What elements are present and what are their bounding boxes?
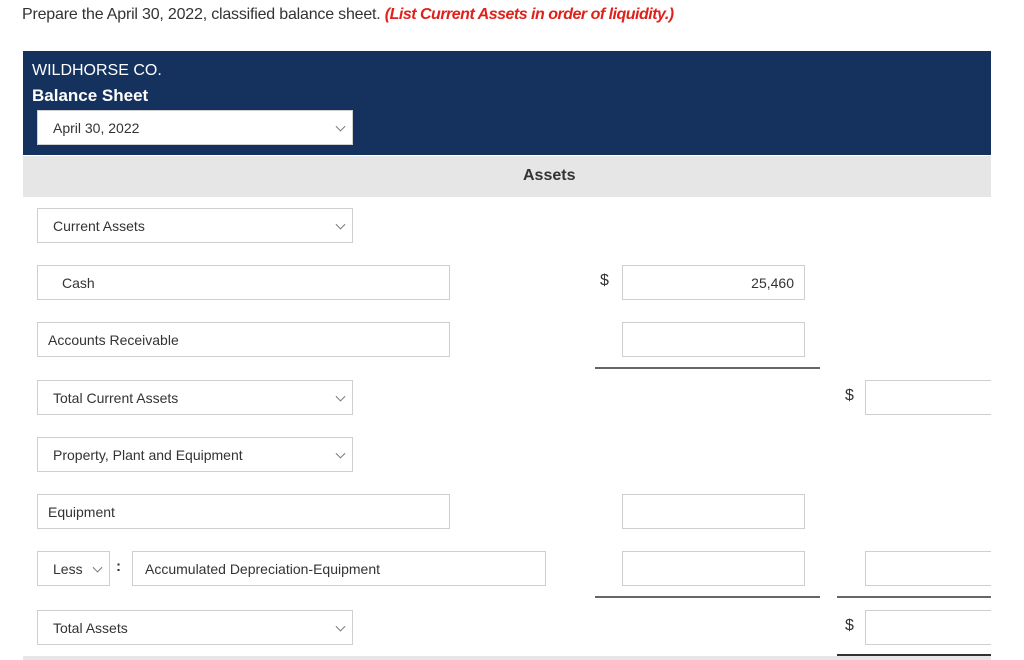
chevron-down-icon: [335, 121, 346, 132]
accumulated-depreciation-label-value: Accumulated Depreciation-Equipment: [145, 560, 381, 577]
instruction-main: Prepare the April 30, 2022, classified b…: [22, 6, 381, 23]
dollar-sign: $: [600, 272, 609, 289]
total-current-assets-select[interactable]: Total Current Assets: [37, 380, 353, 415]
equipment-label-value: Equipment: [48, 503, 115, 520]
accumulated-depreciation-amount-input[interactable]: [622, 551, 805, 586]
section-title: Assets: [523, 167, 576, 184]
date-select[interactable]: April 30, 2022: [37, 110, 353, 145]
cash-amount-value: 25,460: [751, 274, 794, 291]
cash-label-input[interactable]: Cash: [37, 265, 450, 300]
current-assets-select-value: Current Assets: [53, 217, 145, 234]
statement-title: Balance Sheet: [32, 86, 149, 105]
subtotal-rule: [595, 596, 820, 598]
total-assets-select-value: Total Assets: [53, 619, 128, 636]
accounts-receivable-label-value: Accounts Receivable: [48, 331, 179, 348]
equipment-label-input[interactable]: Equipment: [37, 494, 450, 529]
chevron-down-icon: [335, 448, 346, 459]
current-assets-select[interactable]: Current Assets: [37, 208, 353, 243]
dollar-sign: $: [845, 617, 854, 634]
date-select-value: April 30, 2022: [53, 119, 140, 136]
total-current-assets-select-value: Total Current Assets: [53, 389, 179, 406]
total-assets-select[interactable]: Total Assets: [37, 610, 353, 645]
accounts-receivable-amount-input[interactable]: [622, 322, 805, 357]
chevron-down-icon: [92, 562, 103, 573]
chevron-down-icon: [335, 621, 346, 632]
total-assets-amount-input[interactable]: [865, 610, 991, 645]
colon-separator: :: [116, 558, 121, 575]
instruction-note: (List Current Assets in order of liquidi…: [384, 6, 674, 23]
equipment-amount-input[interactable]: [622, 494, 805, 529]
ppe-select[interactable]: Property, Plant and Equipment: [37, 437, 353, 472]
subtotal-rule: [595, 367, 820, 369]
subtotal-rule: [837, 596, 991, 598]
cash-label-value: Cash: [62, 274, 95, 291]
bottom-band: [23, 656, 991, 660]
section-band: [23, 156, 991, 197]
instruction-text: Prepare the April 30, 2022, classified b…: [22, 6, 674, 24]
total-current-assets-amount-input[interactable]: [865, 380, 991, 415]
company-name: WILDHORSE CO.: [32, 62, 162, 79]
accounts-receivable-label-input[interactable]: Accounts Receivable: [37, 322, 450, 357]
ppe-select-value: Property, Plant and Equipment: [53, 446, 243, 463]
less-select-value: Less: [53, 560, 83, 577]
cash-amount-input[interactable]: 25,460: [622, 265, 805, 300]
less-select[interactable]: Less: [37, 551, 110, 586]
net-ppe-amount-input[interactable]: [865, 551, 991, 586]
accumulated-depreciation-label-input[interactable]: Accumulated Depreciation-Equipment: [132, 551, 546, 586]
chevron-down-icon: [335, 391, 346, 402]
dollar-sign: $: [845, 387, 854, 404]
chevron-down-icon: [335, 219, 346, 230]
